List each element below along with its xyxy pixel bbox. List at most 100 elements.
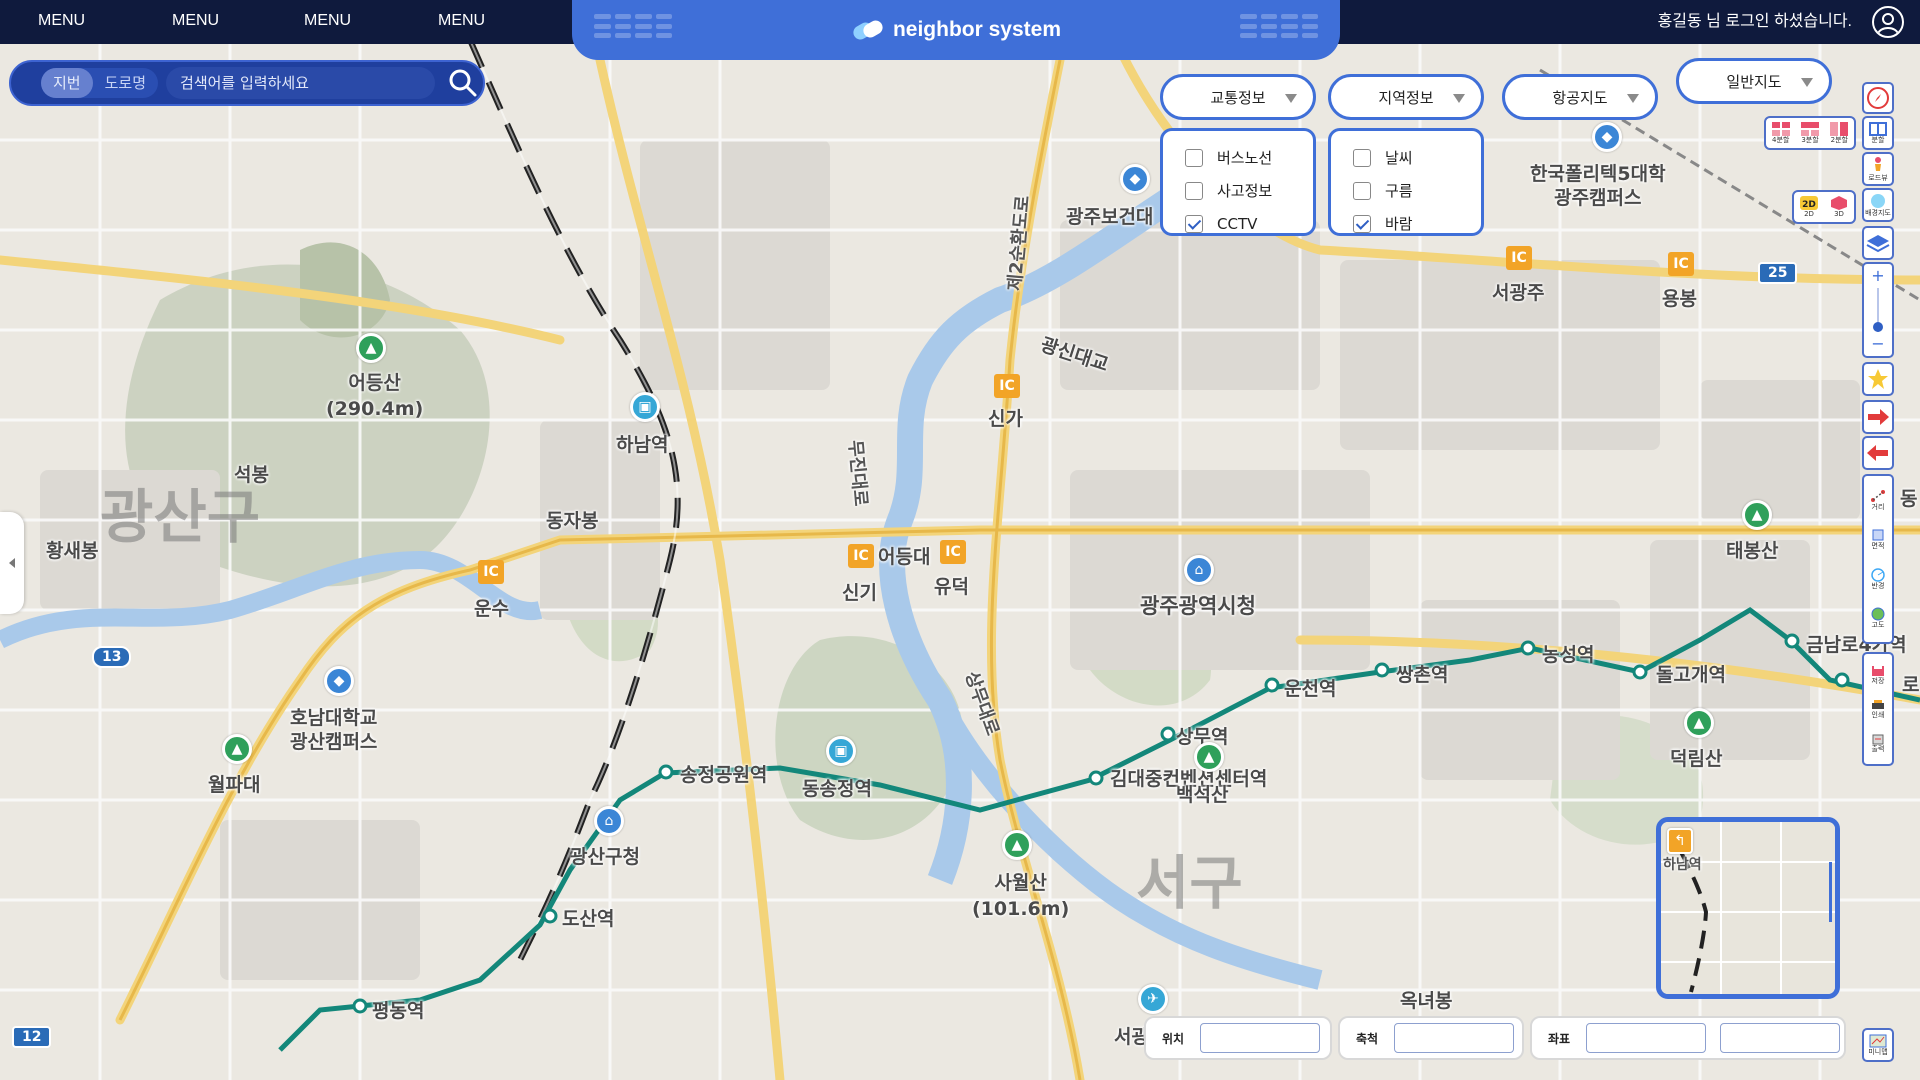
- menu-item-2[interactable]: MENU: [172, 0, 219, 42]
- bus-route-option[interactable]: 버스노선: [1185, 141, 1313, 174]
- forward-button[interactable]: [1862, 400, 1894, 434]
- area-icon: [1872, 529, 1884, 541]
- dropdown-label: 항공지도: [1552, 88, 1608, 107]
- minimap-toggle-button[interactable]: 미니맵: [1862, 1028, 1894, 1062]
- measure-area-button[interactable]: 면적: [1870, 528, 1886, 550]
- 3d-icon: [1831, 196, 1847, 210]
- ic-badge: IC: [848, 544, 874, 568]
- measure-radius-button[interactable]: 반경: [1870, 568, 1886, 590]
- region-info-dropdown[interactable]: 지역정보: [1328, 74, 1484, 120]
- airport-icon[interactable]: ✈: [1138, 984, 1168, 1014]
- roadview-button[interactable]: 로드뷰: [1862, 152, 1894, 186]
- background-map-button[interactable]: 배경지도: [1862, 188, 1894, 222]
- caret-down-icon: [1801, 78, 1813, 87]
- mini-map[interactable]: ↰ 하남역: [1656, 817, 1840, 999]
- zoom-slider[interactable]: [1873, 288, 1883, 332]
- export-button[interactable]: 출력: [1871, 733, 1885, 753]
- checkbox[interactable]: [1353, 148, 1371, 167]
- search-tab-road[interactable]: 도로명: [93, 68, 158, 98]
- basemap-dropdown[interactable]: 일반지도: [1676, 58, 1832, 104]
- zoom-thumb[interactable]: [1873, 322, 1883, 332]
- menu-item-4[interactable]: MENU: [438, 0, 485, 42]
- map-label: 사월산 (101.6m): [972, 872, 1070, 920]
- back-button[interactable]: [1862, 436, 1894, 470]
- mountain-icon[interactable]: ▲: [1002, 830, 1032, 860]
- mountain-icon[interactable]: ▲: [356, 333, 386, 363]
- svg-text:2D: 2D: [1802, 200, 1816, 210]
- dimension-selector: 2D 2D 3D: [1792, 190, 1856, 224]
- wind-option[interactable]: 바람: [1353, 207, 1481, 240]
- school-icon[interactable]: ◆: [324, 666, 354, 696]
- search-tab-lot[interactable]: 지번: [41, 68, 93, 98]
- map-label: 송정공원역: [680, 764, 768, 786]
- dropdown-label: 지역정보: [1378, 88, 1434, 107]
- compass-button[interactable]: [1862, 82, 1894, 114]
- search-input[interactable]: [166, 67, 435, 99]
- zoom-control: + −: [1862, 262, 1894, 358]
- compass-icon: [1867, 87, 1889, 109]
- coordinate-x-field[interactable]: [1586, 1023, 1706, 1053]
- checkbox[interactable]: [1185, 181, 1203, 200]
- brand-logo[interactable]: neighbor system: [851, 18, 1061, 42]
- map-label: 로: [1902, 674, 1920, 696]
- map-label: 어등대: [878, 546, 931, 568]
- checkbox[interactable]: [1185, 148, 1203, 167]
- save-button[interactable]: 저장: [1871, 665, 1885, 685]
- brand-tab: neighbor system: [572, 0, 1340, 60]
- checkbox-checked[interactable]: [1185, 214, 1203, 233]
- mountain-icon[interactable]: ▲: [222, 734, 252, 764]
- split-3-button[interactable]: 3분할: [1800, 122, 1819, 144]
- cloud-option[interactable]: 구름: [1353, 174, 1481, 207]
- school-icon[interactable]: ◆: [1592, 122, 1622, 152]
- mountain-icon[interactable]: ▲: [1684, 708, 1714, 738]
- map-label: 광주보건대: [1066, 206, 1154, 228]
- 2d-button[interactable]: 2D 2D: [1800, 196, 1818, 218]
- checkbox-checked[interactable]: [1353, 214, 1371, 233]
- location-field[interactable]: [1200, 1023, 1320, 1053]
- map-canvas[interactable]: 광산구 서구 어등산 (290.4m) 석봉 동자봉 황새봉 하남역 운수 호남대…: [0, 0, 1920, 1080]
- measure-distance-button[interactable]: 거리: [1870, 489, 1886, 511]
- scale-field[interactable]: [1394, 1023, 1514, 1053]
- accident-option[interactable]: 사고정보: [1185, 174, 1313, 207]
- split-2-button[interactable]: 2분할: [1830, 122, 1849, 144]
- map-label: 쌍촌역: [1396, 664, 1449, 686]
- altitude-button[interactable]: 고도: [1870, 607, 1886, 629]
- government-icon[interactable]: ⌂: [1184, 555, 1214, 585]
- print-button[interactable]: 인쇄: [1871, 699, 1885, 719]
- 3d-button[interactable]: 3D: [1830, 196, 1848, 218]
- map-label: 동자봉: [546, 510, 599, 532]
- coordinate-y-field[interactable]: [1720, 1023, 1840, 1053]
- side-panel-toggle[interactable]: [0, 512, 24, 614]
- cctv-option[interactable]: CCTV: [1185, 207, 1313, 240]
- train-station-icon[interactable]: ▣: [630, 392, 660, 422]
- globe-icon: [1871, 607, 1885, 621]
- layers-button[interactable]: [1862, 226, 1894, 260]
- aerial-map-dropdown[interactable]: 항공지도: [1502, 74, 1658, 120]
- caret-down-icon: [1627, 94, 1639, 103]
- map-label: 신기: [842, 582, 877, 604]
- menu-item-3[interactable]: MENU: [304, 0, 351, 42]
- user-avatar-icon[interactable]: [1872, 6, 1904, 38]
- split-4-button[interactable]: 4분할: [1771, 122, 1790, 144]
- map-label: 광주광역시청: [1140, 594, 1256, 618]
- search-bar: 지번 도로명: [9, 60, 485, 106]
- map-label: 백석산: [1176, 784, 1229, 806]
- government-icon[interactable]: ⌂: [594, 806, 624, 836]
- mountain-icon[interactable]: ▲: [1194, 742, 1224, 772]
- search-button[interactable]: [443, 63, 483, 103]
- drag-handle-icon[interactable]: [1240, 14, 1318, 40]
- zoom-in-icon[interactable]: +: [1871, 268, 1884, 284]
- train-station-icon[interactable]: ▣: [826, 736, 856, 766]
- checkbox[interactable]: [1353, 181, 1371, 200]
- menu-item-1[interactable]: MENU: [38, 0, 85, 42]
- search-icon: [449, 69, 477, 97]
- weather-option[interactable]: 날씨: [1353, 141, 1481, 174]
- traffic-info-dropdown[interactable]: 교통정보: [1160, 74, 1316, 120]
- mountain-icon[interactable]: ▲: [1742, 500, 1772, 530]
- area-select-button[interactable]: [1862, 362, 1894, 396]
- school-icon[interactable]: ◆: [1120, 164, 1150, 194]
- split-view-button[interactable]: 분할: [1862, 116, 1894, 150]
- map-label: 동: [1900, 488, 1918, 510]
- zoom-out-icon[interactable]: −: [1871, 336, 1884, 352]
- drag-handle-icon[interactable]: [594, 14, 672, 40]
